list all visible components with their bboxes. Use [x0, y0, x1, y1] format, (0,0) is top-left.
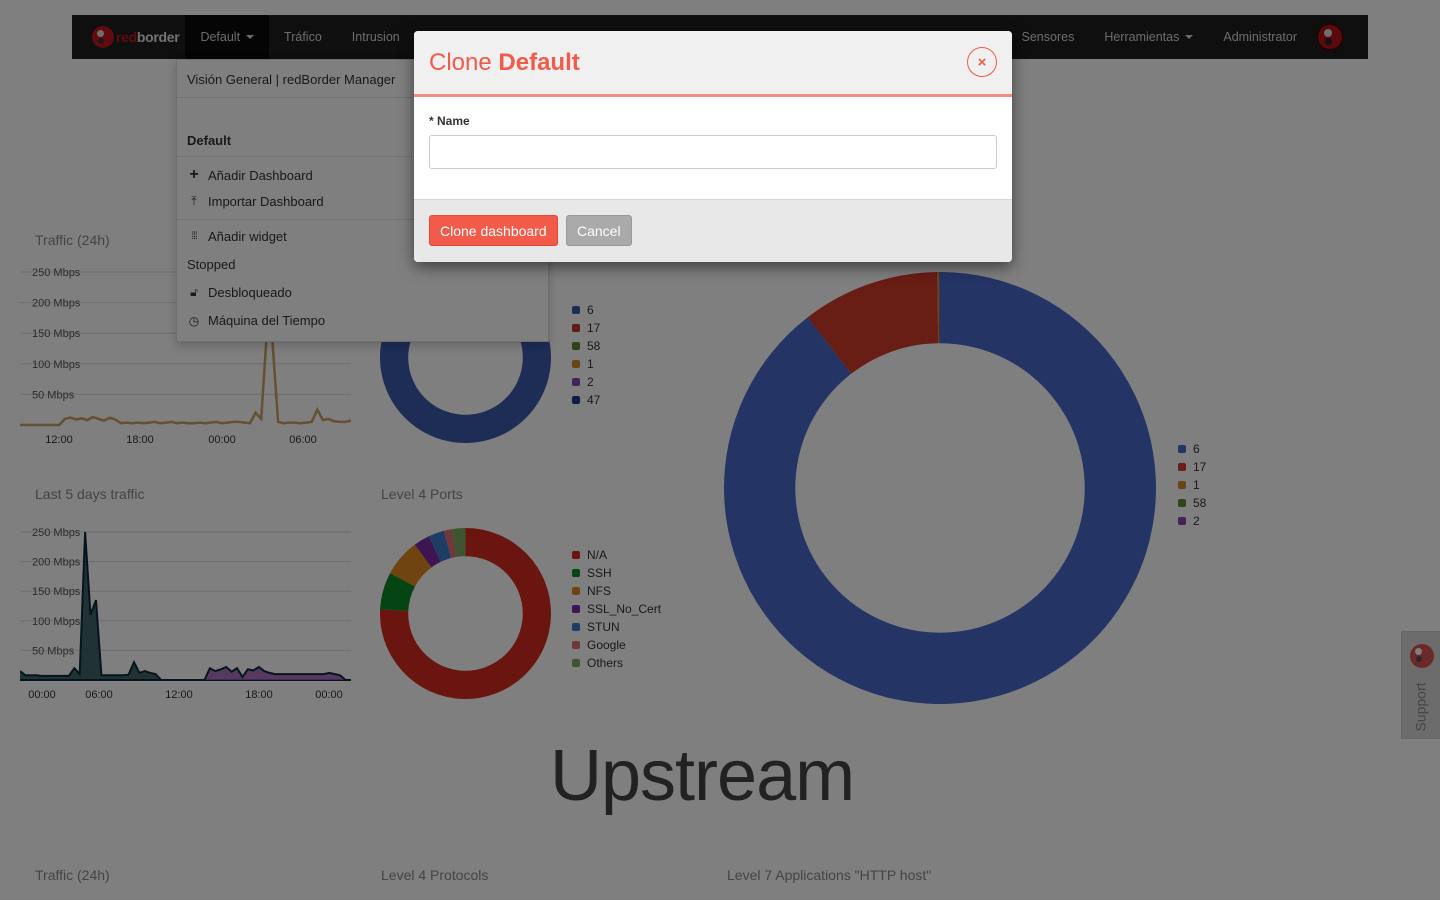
modal-title: Clone Default	[429, 49, 580, 77]
name-field-label: * Name	[429, 114, 470, 128]
modal-footer: Clone dashboard Cancel	[414, 199, 1012, 262]
clone-dashboard-button[interactable]: Clone dashboard	[429, 215, 558, 246]
modal-body: * Name	[414, 97, 1012, 199]
name-input[interactable]	[429, 135, 997, 169]
close-icon: ×	[977, 53, 987, 71]
clone-dashboard-modal: Clone Default × * Name Clone dashboard C…	[414, 31, 1012, 262]
cancel-button[interactable]: Cancel	[566, 215, 632, 246]
modal-header: Clone Default ×	[414, 31, 1012, 97]
modal-title-prefix: Clone	[429, 49, 492, 76]
close-button[interactable]: ×	[967, 47, 997, 77]
modal-title-dashboard-name: Default	[498, 49, 580, 76]
